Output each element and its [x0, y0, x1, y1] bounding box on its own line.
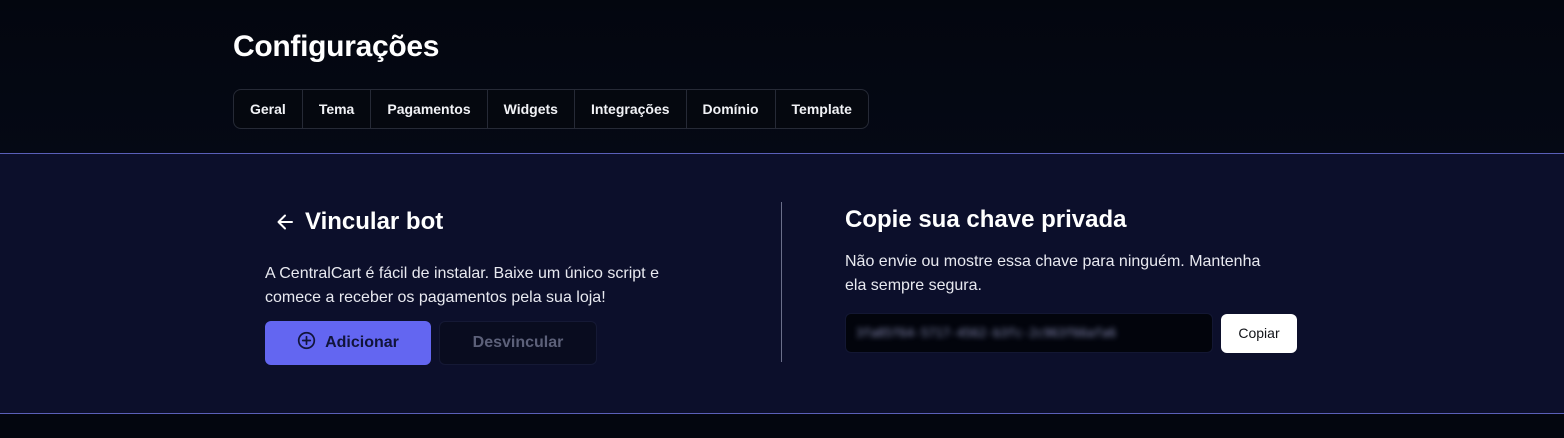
header-area: Configurações Geral Tema Pagamentos Widg… — [0, 0, 1564, 153]
add-bot-label: Adicionar — [325, 334, 399, 351]
footer-strip — [0, 415, 1564, 438]
tab-tema[interactable]: Tema — [303, 90, 372, 128]
page-title: Configurações — [233, 30, 440, 63]
tab-geral[interactable]: Geral — [234, 90, 303, 128]
plus-circle-icon — [297, 331, 316, 355]
section-divider — [781, 202, 782, 362]
private-key-value: 3fa85f64-5717-4562-b3fc-2c963f66afa6 — [856, 326, 1117, 340]
bot-panel: Vincular bot A CentralCart é fácil de in… — [0, 153, 1564, 414]
copy-key-button[interactable]: Copiar — [1221, 313, 1297, 353]
private-key-description: Não envie ou mostre essa chave para ning… — [845, 253, 1261, 294]
add-bot-button[interactable]: Adicionar — [265, 321, 431, 365]
tab-template[interactable]: Template — [776, 90, 868, 128]
bot-description: A CentralCart é fácil de instalar. Baixe… — [265, 265, 659, 306]
private-key-field[interactable]: 3fa85f64-5717-4562-b3fc-2c963f66afa6 — [845, 313, 1213, 353]
settings-tabs: Geral Tema Pagamentos Widgets Integraçõe… — [233, 89, 869, 129]
bot-section-title: Vincular bot — [305, 208, 444, 235]
private-key-title: Copie sua chave privada — [845, 206, 1127, 233]
tab-dominio[interactable]: Domínio — [687, 90, 776, 128]
bot-actions: Adicionar Desvincular — [265, 321, 725, 365]
tab-integracoes[interactable]: Integrações — [575, 90, 687, 128]
tab-pagamentos[interactable]: Pagamentos — [371, 90, 488, 128]
unlink-bot-button[interactable]: Desvincular — [439, 321, 597, 365]
arrow-left-icon[interactable] — [274, 211, 296, 233]
private-key-row: 3fa85f64-5717-4562-b3fc-2c963f66afa6 Cop… — [845, 313, 1305, 353]
bot-section: Vincular bot A CentralCart é fácil de in… — [265, 204, 725, 365]
private-key-section: Copie sua chave privada Não envie ou mos… — [845, 204, 1305, 353]
tab-widgets[interactable]: Widgets — [488, 90, 575, 128]
bot-title-row: Vincular bot — [265, 204, 725, 240]
